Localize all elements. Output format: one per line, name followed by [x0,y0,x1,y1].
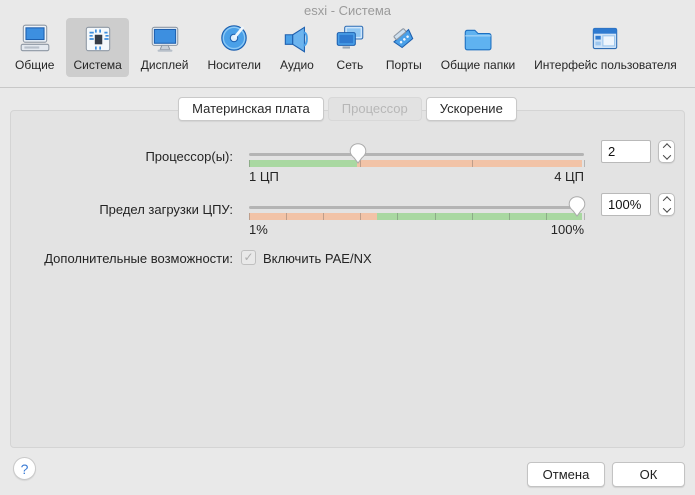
toolbar-item-label: Аудио [280,58,314,72]
chevron-down-icon [662,204,670,212]
settings-tab-bar: Материнская плата Процессор Ускорение [0,97,695,121]
toolbar-item-user-interface[interactable]: Интерфейс пользователя [527,18,684,77]
shared-folder-icon [461,22,495,56]
check-icon: ✓ [243,251,253,264]
general-computer-icon [18,22,52,56]
stepper-down-button[interactable] [659,205,674,216]
user-interface-window-icon [588,22,622,56]
processor-count-field[interactable] [601,140,651,163]
toolbar-item-shared-folders[interactable]: Общие папки [434,18,522,77]
toolbar-item-display[interactable]: Дисплей [134,18,196,77]
toolbar-item-label: Интерфейс пользователя [534,58,677,72]
toolbar-item-system[interactable]: Система [66,18,128,77]
toolbar-item-network[interactable]: Сеть [326,18,374,77]
processor-count-label: Процессор(ы): [11,149,233,164]
cancel-button[interactable]: Отмена [527,462,605,487]
slider-min-label: 1 ЦП [249,169,279,184]
slider-scale: 1% 100% [249,222,584,237]
pae-nx-checkbox-label: Включить PAE/NX [263,251,372,266]
toolbar-item-general[interactable]: Общие [8,18,61,77]
processor-count-stepper [658,140,675,163]
slider-scale: 1 ЦП 4 ЦП [249,169,584,184]
slider-max-label: 4 ЦП [554,169,584,184]
execution-cap-field[interactable] [601,193,651,216]
window-title: esxi - Система [0,3,695,18]
slider-min-label: 1% [249,222,268,237]
content-panel: Процессор(ы): 1 ЦП 4 ЦП Предел загрузки … [10,110,685,448]
slider-color-band [249,160,582,167]
stepper-down-button[interactable] [659,152,674,163]
toolbar-item-storage[interactable]: Носители [201,18,268,77]
toolbar-item-label: Носители [208,58,261,72]
system-chip-icon [81,22,115,56]
toolbar-item-label: Общие папки [441,58,515,72]
tab-acceleration[interactable]: Ускорение [426,97,517,121]
pae-nx-checkbox: ✓ [241,250,256,265]
toolbar-item-label: Дисплей [141,58,189,72]
slider-track[interactable] [249,206,584,209]
execution-cap-stepper [658,193,675,216]
toolbar-item-audio[interactable]: Аудио [273,18,321,77]
toolbar-item-label: Система [73,58,121,72]
slider-track[interactable] [249,153,584,156]
execution-cap-label: Предел загрузки ЦПУ: [11,202,233,217]
toolbar-item-label: Сеть [337,58,364,72]
slider-color-band [249,213,582,220]
processor-count-slider[interactable]: 1 ЦП 4 ЦП [249,142,584,188]
slider-thumb[interactable] [569,196,586,217]
tab-motherboard[interactable]: Материнская плата [178,97,324,121]
vm-settings-dialog: esxi - Система Общие Система Дисплей Нос… [0,0,695,495]
execution-cap-slider[interactable]: 1% 100% [249,195,584,241]
slider-max-label: 100% [551,222,584,237]
settings-toolbar: Общие Система Дисплей Носители Аудио [8,18,695,77]
toolbar-item-label: Общие [15,58,54,72]
audio-speaker-icon [280,22,314,56]
toolbar-item-label: Порты [386,58,422,72]
question-mark-icon: ? [21,461,29,477]
ok-button[interactable]: ОК [612,462,685,487]
toolbar-divider [0,87,695,88]
display-monitor-icon [148,22,182,56]
help-button[interactable]: ? [13,457,36,480]
slider-thumb[interactable] [349,143,366,164]
network-computers-icon [333,22,367,56]
toolbar-item-ports[interactable]: Порты [379,18,429,77]
ports-plug-icon [387,22,421,56]
chevron-down-icon [662,151,670,159]
tab-processor[interactable]: Процессор [328,97,422,121]
storage-disk-icon [217,22,251,56]
extended-features-label: Дополнительные возможности: [11,251,233,266]
